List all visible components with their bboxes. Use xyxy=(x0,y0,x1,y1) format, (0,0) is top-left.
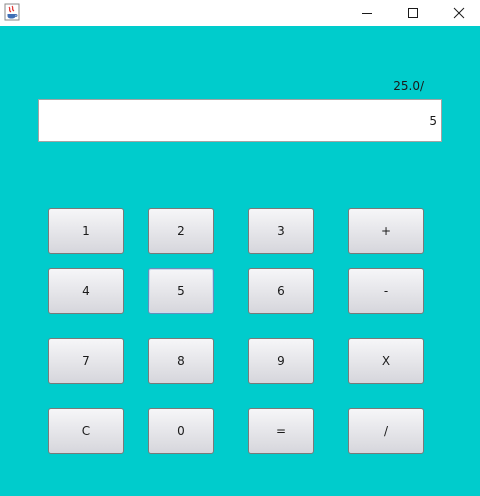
key-0-button[interactable]: 0 xyxy=(148,408,214,454)
plus-button[interactable]: + xyxy=(348,208,424,254)
minimize-button[interactable] xyxy=(344,0,390,26)
close-button[interactable] xyxy=(436,0,480,26)
display-value: 5 xyxy=(429,113,437,128)
key-4-button[interactable]: 4 xyxy=(48,268,124,314)
maximize-icon xyxy=(408,8,418,18)
key-1-button[interactable]: 1 xyxy=(48,208,124,254)
title-bar xyxy=(0,0,480,26)
calculator-window: 25.0/ 5 1 2 3 + 4 5 6 - 7 8 9 X C 0 = / xyxy=(0,0,480,496)
clear-button[interactable]: C xyxy=(48,408,124,454)
minimize-icon xyxy=(362,13,372,14)
key-8-button[interactable]: 8 xyxy=(148,338,214,384)
key-3-button[interactable]: 3 xyxy=(248,208,314,254)
key-2-button[interactable]: 2 xyxy=(148,208,214,254)
minus-button[interactable]: - xyxy=(348,268,424,314)
close-icon xyxy=(453,7,465,19)
key-6-button[interactable]: 6 xyxy=(248,268,314,314)
maximize-button[interactable] xyxy=(390,0,436,26)
result-display-field[interactable]: 5 xyxy=(38,99,442,142)
key-5-button[interactable]: 5 xyxy=(148,268,214,314)
java-app-icon xyxy=(4,3,20,21)
calculator-panel: 25.0/ 5 1 2 3 + 4 5 6 - 7 8 9 X C 0 = / xyxy=(0,26,480,496)
divide-button[interactable]: / xyxy=(348,408,424,454)
previous-expression-label: 25.0/ xyxy=(393,79,424,93)
key-7-button[interactable]: 7 xyxy=(48,338,124,384)
equals-button[interactable]: = xyxy=(248,408,314,454)
key-9-button[interactable]: 9 xyxy=(248,338,314,384)
multiply-button[interactable]: X xyxy=(348,338,424,384)
